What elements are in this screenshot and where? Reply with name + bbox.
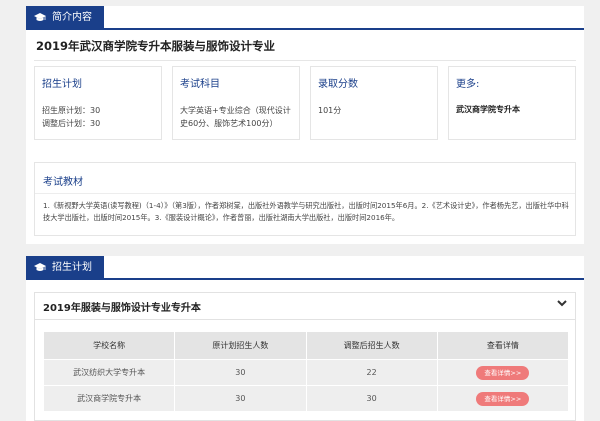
major-title: 2019年武汉商学院专升本服装与服饰设计专业 (36, 39, 276, 53)
accordion-title[interactable]: 2019年服装与服饰设计专业专升本 (43, 299, 201, 314)
plan-tab-label: 招生计划 (52, 262, 92, 273)
divider (34, 60, 576, 61)
card-line: 招生原计划：30 (42, 106, 101, 115)
plan-accordion: 2019年服装与服饰设计专业专升本 学校名称 原计划招生人数 调整后招生人数 查… (34, 292, 576, 421)
card-line: 大学英语+专业综合（现代设计 (180, 106, 291, 115)
plan-section: 招生计划 2019年服装与服饰设计专业专升本 学校名称 原计划招生人数 调整后招… (26, 256, 584, 421)
card-admission-score: 录取分数 101分 (310, 66, 438, 140)
table-row: 武汉商学院专升本 30 30 查看详情>> (42, 385, 570, 412)
column-header: 学校名称 (42, 331, 176, 360)
intro-tab[interactable]: 简介内容 (26, 6, 104, 30)
original-count: 30 (174, 359, 307, 386)
card-more: 更多: 武汉商学院专升本 (448, 66, 576, 140)
more-link[interactable]: 武汉商学院专升本 (456, 104, 568, 115)
detail-cell: 查看详情>> (436, 359, 570, 386)
card-line: 史60分、服饰艺术100分） (180, 119, 278, 128)
school-name: 武汉纺织大学专升本 (42, 359, 176, 386)
graduation-cap-icon (34, 263, 46, 271)
intro-section: 简介内容 2019年武汉商学院专升本服装与服饰设计专业 招生计划 招生原计划：3… (26, 6, 584, 244)
card-line: 调整后计划：30 (42, 119, 101, 128)
school-name: 武汉商学院专升本 (42, 385, 176, 412)
chevron-down-icon[interactable] (557, 299, 567, 307)
column-header: 调整后招生人数 (305, 331, 438, 360)
adjusted-count: 30 (305, 385, 438, 412)
card-enrollment-plan: 招生计划 招生原计划：30 调整后计划：30 (34, 66, 162, 140)
plan-table: 学校名称 原计划招生人数 调整后招生人数 查看详情 武汉纺织大学专升本 30 2… (42, 331, 570, 412)
plan-section-header: 招生计划 (26, 256, 584, 280)
divider (35, 319, 575, 320)
textbook-box: 考试教材 1.《新视野大学英语(读写教程)（1-4）》（第3版），作者郑树棠，出… (34, 162, 576, 236)
table-row: 武汉纺织大学专升本 30 22 查看详情>> (42, 359, 570, 386)
graduation-cap-icon (34, 13, 46, 21)
detail-cell: 查看详情>> (436, 385, 570, 412)
column-header: 查看详情 (436, 331, 570, 360)
plan-tab[interactable]: 招生计划 (26, 256, 104, 280)
card-title: 招生计划 (42, 79, 82, 90)
card-exam-subjects: 考试科目 大学英语+专业综合（现代设计 史60分、服饰艺术100分） (172, 66, 300, 140)
card-title: 录取分数 (318, 79, 358, 90)
adjusted-count: 22 (305, 359, 438, 386)
divider (35, 193, 575, 194)
card-title: 考试科目 (180, 79, 220, 90)
view-details-button[interactable]: 查看详情>> (476, 391, 530, 406)
intro-section-header: 简介内容 (26, 6, 584, 30)
column-header: 原计划招生人数 (174, 331, 307, 360)
original-count: 30 (174, 385, 307, 412)
textbook-title: 考试教材 (43, 177, 83, 188)
card-title: 更多: (456, 79, 480, 90)
textbook-content: 1.《新视野大学英语(读写教程)（1-4）》（第3版），作者郑树棠，出版社外语教… (43, 201, 569, 222)
table-header-row: 学校名称 原计划招生人数 调整后招生人数 查看详情 (42, 331, 570, 360)
card-line: 101分 (318, 106, 342, 115)
view-details-button[interactable]: 查看详情>> (476, 365, 530, 380)
intro-tab-label: 简介内容 (52, 12, 92, 23)
